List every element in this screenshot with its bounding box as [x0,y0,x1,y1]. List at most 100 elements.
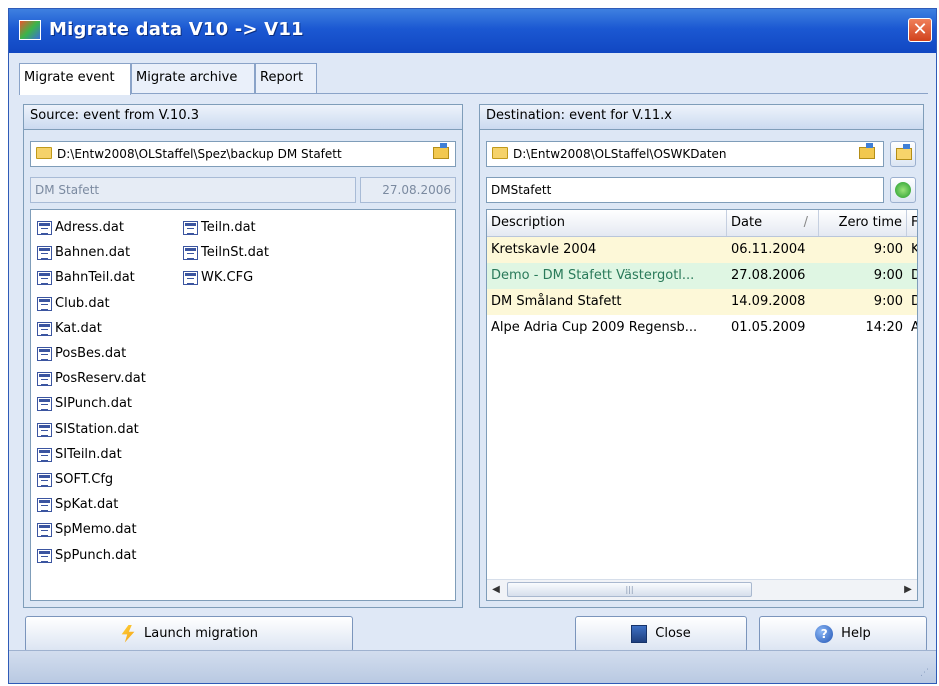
tab-content: Source: event from V.10.3 D:\Entw2008\OL… [19,93,928,652]
new-folder-icon [896,144,912,160]
file-name: SOFT.Cfg [55,472,114,487]
file-item[interactable]: SOFT.Cfg [35,470,113,490]
launch-migration-label: Launch migration [144,626,258,641]
status-bar: ⋰ [9,650,936,683]
refresh-icon [895,182,911,198]
table-row[interactable]: Demo - DM Stafett Västergotl... 27.08.200… [487,263,917,289]
file-name: SIPunch.dat [55,396,133,412]
browse-destination-button[interactable] [854,141,882,167]
close-window-icon[interactable]: ✕ [908,18,932,42]
source-path-text: D:\Entw2008\OLStaffel\Spez\backup DM Sta… [57,147,342,161]
data-file-icon [37,372,52,387]
horizontal-scrollbar[interactable]: ◀ ||| ▶ [487,579,917,600]
data-file-icon [37,447,52,462]
table-row[interactable]: Alpe Adria Cup 2009 Regensb... 01.05.2009… [487,315,917,341]
file-item[interactable]: Adress.dat [35,218,124,238]
table-row[interactable]: DM Småland Stafett 14.09.2008 9:00 D [487,289,917,315]
column-f[interactable]: F [907,210,917,236]
cell-description: Alpe Adria Cup 2009 Regensb... [491,320,698,335]
column-date[interactable]: Date / [727,210,819,236]
source-event-name: DM Stafett [30,177,356,203]
help-button[interactable]: ? Help [759,616,927,652]
sort-indicator-icon: / [803,215,808,230]
column-description[interactable]: Description [487,210,727,236]
file-item[interactable]: PosBes.dat [35,344,126,364]
file-name: SpPunch.dat [55,547,137,563]
source-path-field[interactable]: D:\Entw2008\OLStaffel\Spez\backup DM Sta… [30,141,456,167]
file-item[interactable]: Kat.dat [35,319,102,339]
file-item[interactable]: Bahnen.dat [35,243,130,263]
file-item[interactable]: SITeiln.dat [35,445,122,465]
cell-zero-time: 9:00 [873,268,903,283]
file-item[interactable]: SpPunch.dat [35,546,136,566]
file-item[interactable]: Club.dat [35,294,110,314]
column-date-label: Date [731,215,763,230]
file-item[interactable]: PosReserv.dat [35,369,146,389]
tab-report[interactable]: Report [255,63,317,93]
lightning-icon [121,624,135,643]
file-name: Adress.dat [55,220,124,235]
title-bar[interactable]: Migrate data V10 -> V11 ✕ [9,9,936,53]
scroll-thumb[interactable]: ||| [507,582,752,597]
grid-header: Description Date / Zero time F [487,210,917,237]
data-file-icon [183,271,198,286]
launch-migration-button[interactable]: Launch migration [25,616,353,652]
data-file-icon [37,548,52,563]
cell-description: DM Småland Stafett [491,294,622,309]
file-item[interactable]: BahnTeil.dat [35,268,135,288]
data-file-icon [37,422,52,437]
cell-extra: D [907,289,917,315]
tab-migrate-archive[interactable]: Migrate archive [131,63,255,93]
folder-icon [36,147,52,159]
file-name: SITeiln.dat [55,446,122,462]
window-title: Migrate data V10 -> V11 [49,19,304,40]
file-item[interactable]: Teiln.dat [181,218,256,238]
file-item[interactable]: WK.CFG [181,268,253,288]
close-button[interactable]: Close [575,616,747,652]
tab-migrate-event[interactable]: Migrate event [19,63,131,95]
data-file-icon [37,271,52,286]
file-item[interactable]: SIPunch.dat [35,394,132,414]
resize-grip-icon[interactable]: ⋰ [920,667,932,679]
table-row[interactable]: Kretskavle 2004 06.11.2004 9:00 K [487,237,917,263]
file-item[interactable]: SIStation.dat [35,420,139,440]
folder-icon [492,147,508,159]
data-file-icon [37,221,52,235]
source-event-date: 27.08.2006 [360,177,456,203]
cell-description: Kretskavle 2004 [491,242,597,257]
source-header: Source: event from V.10.3 [24,105,462,130]
destination-header: Destination: event for V.11.x [480,105,923,130]
cell-date: 27.08.2006 [731,268,806,283]
data-file-icon [37,296,52,311]
cell-zero-time: 9:00 [873,242,903,257]
data-file-icon [37,397,52,412]
data-file-icon [37,498,52,513]
destination-path-field[interactable]: D:\Entw2008\OLStaffel\OSWKDaten [486,141,884,167]
data-file-icon [37,473,52,487]
destination-event-grid[interactable]: Description Date / Zero time F Kretskavle… [486,209,918,601]
file-item[interactable]: SpMemo.dat [35,520,137,540]
file-name: PosBes.dat [55,346,127,361]
scroll-right-icon[interactable]: ▶ [899,580,917,600]
file-name: TeilnSt.dat [201,245,269,261]
new-folder-button[interactable] [890,141,916,167]
file-name: Kat.dat [55,320,102,336]
file-name: BahnTeil.dat [55,270,135,286]
file-name: Club.dat [55,295,110,311]
help-label: Help [841,626,871,641]
column-zero-time[interactable]: Zero time [819,210,907,236]
source-file-list[interactable]: Adress.dat Bahnen.dat BahnTeil.dat Club.dat… [30,209,456,601]
destination-event-name[interactable]: DMStafett [486,177,884,203]
app-icon [19,20,41,40]
refresh-button[interactable] [890,177,916,203]
cell-zero-time: 14:20 [865,320,903,335]
migrate-window: Migrate data V10 -> V11 ✕ Migrate event … [8,8,937,684]
file-item[interactable]: SpKat.dat [35,495,118,515]
destination-panel: Destination: event for V.11.x D:\Entw200… [479,104,924,608]
data-file-icon [37,246,52,261]
browse-source-button[interactable] [428,141,456,167]
file-item[interactable]: TeilnSt.dat [181,243,269,263]
scroll-left-icon[interactable]: ◀ [487,580,505,600]
exit-door-icon [631,624,648,643]
file-name: SpMemo.dat [55,522,137,538]
